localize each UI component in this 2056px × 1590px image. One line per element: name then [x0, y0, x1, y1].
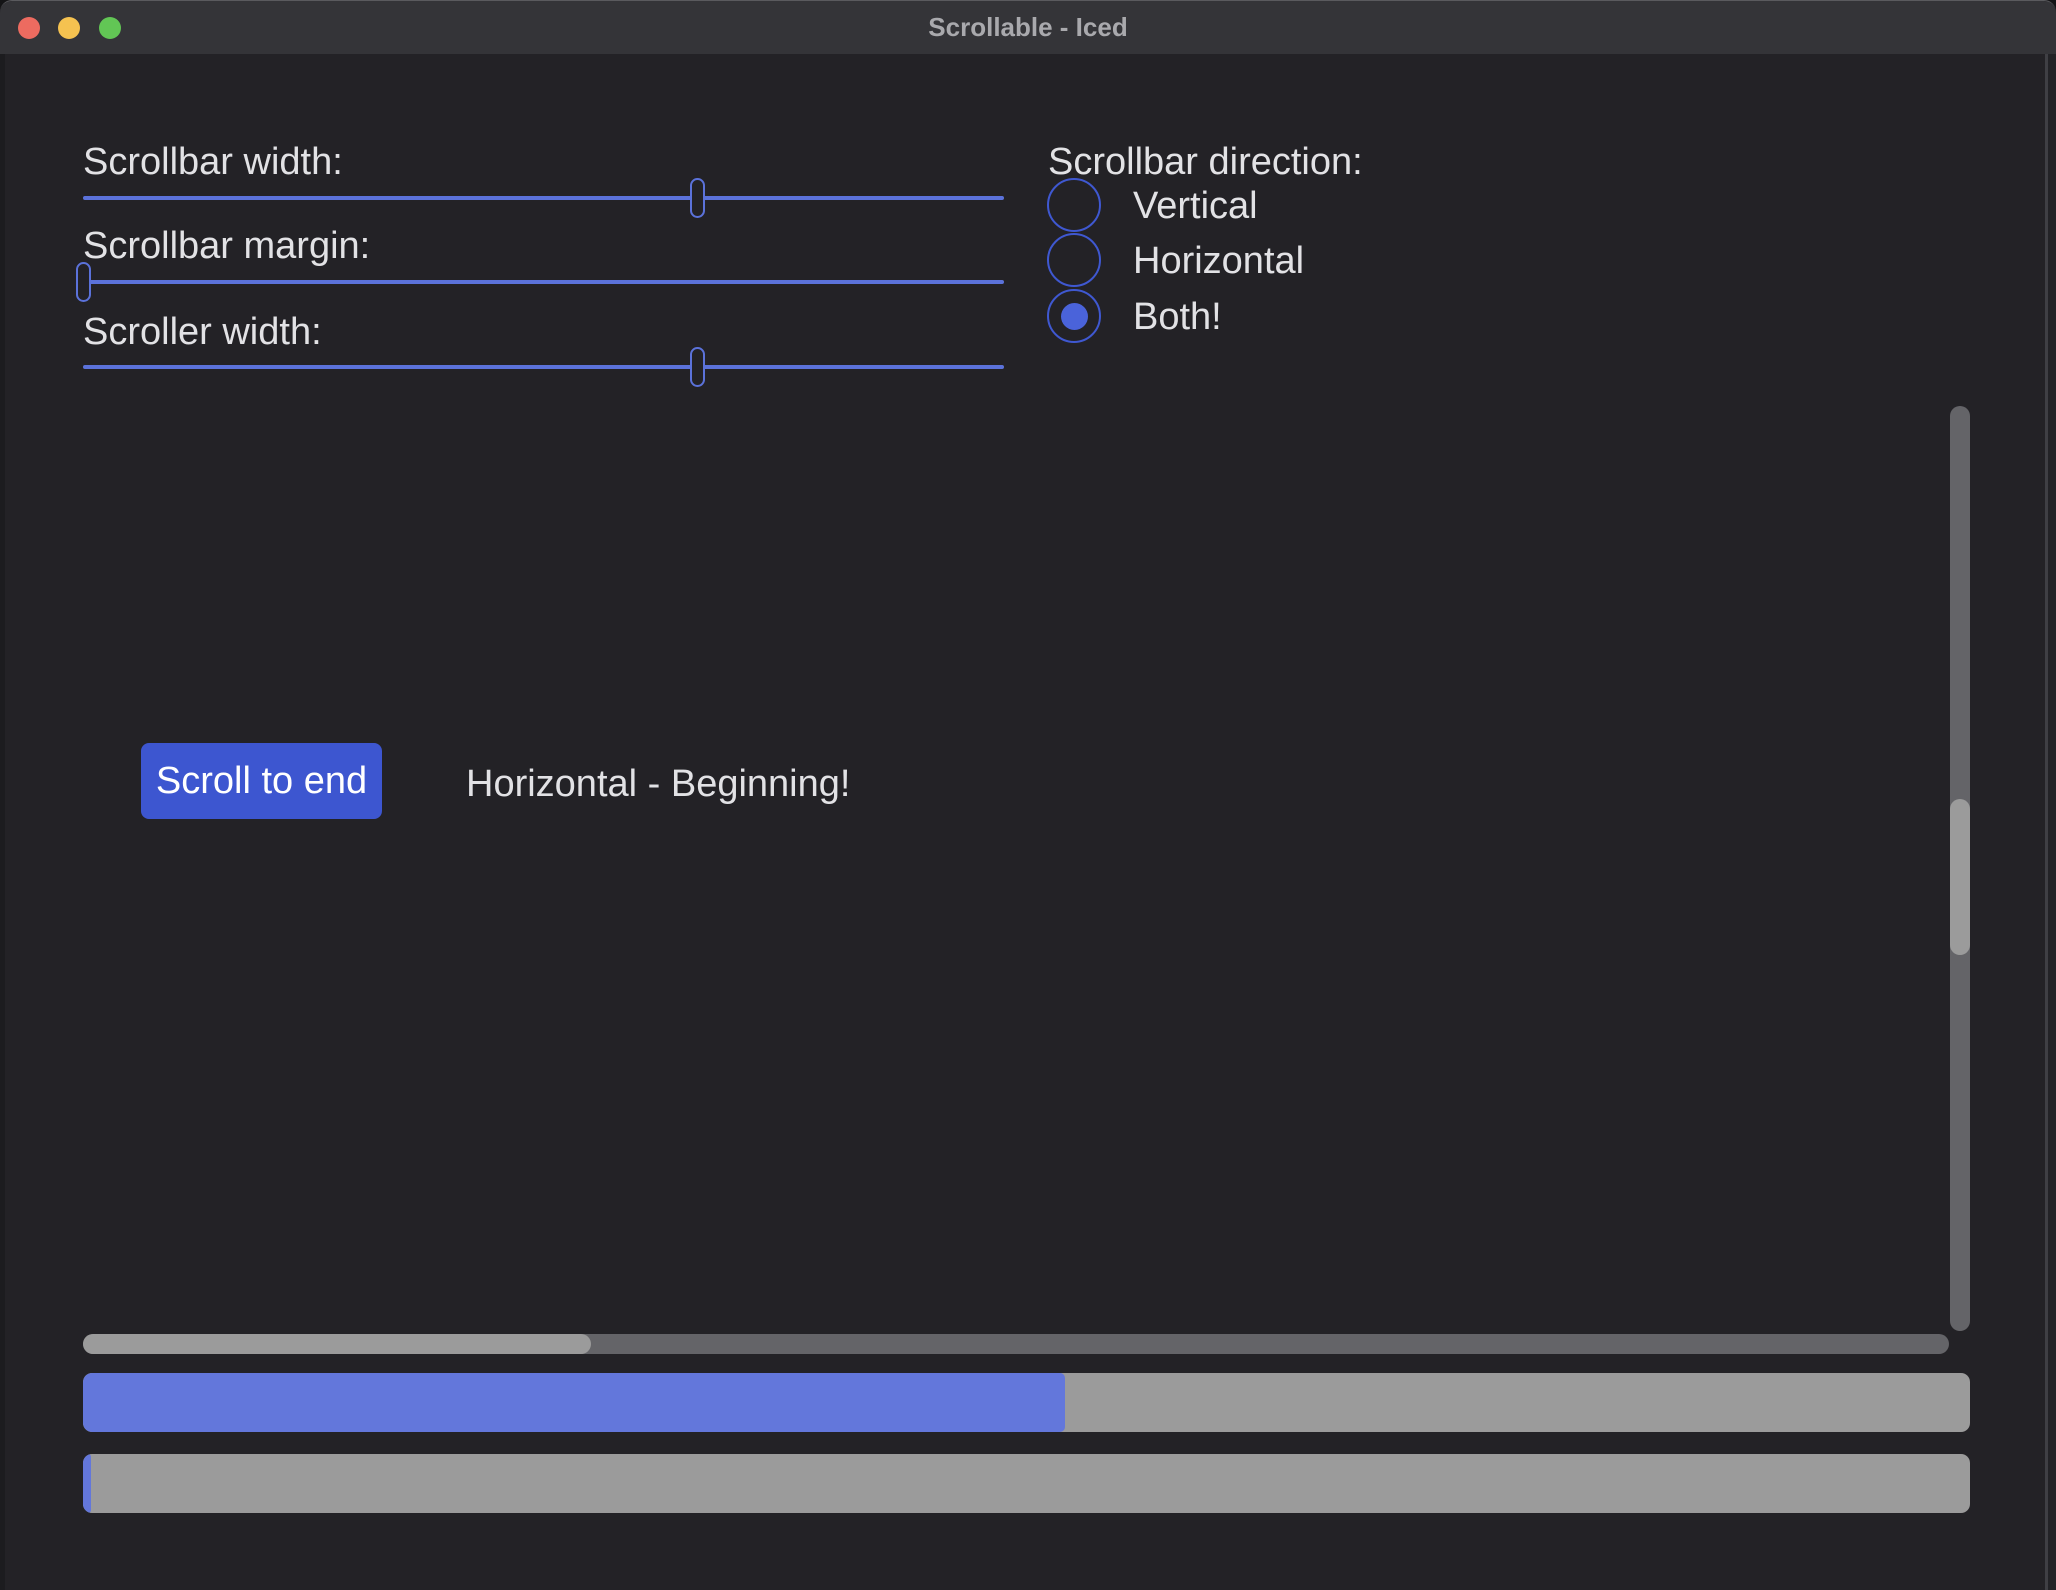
radio-both[interactable]: [1047, 289, 1101, 343]
slider-handle[interactable]: [76, 262, 91, 302]
slider-rail[interactable]: [83, 280, 1004, 284]
vertical-scrollbar-thumb[interactable]: [1950, 799, 1970, 954]
scrollbar-width-slider[interactable]: [83, 196, 1004, 200]
radio-vertical-label[interactable]: Vertical: [1133, 184, 1258, 228]
window-right-edge: [2048, 54, 2056, 1590]
vertical-scroll-progress-bar: [83, 1373, 1970, 1432]
scrollbar-margin-label: Scrollbar margin:: [83, 224, 370, 268]
vertical-scrollbar-track[interactable]: [1950, 406, 1970, 1331]
scroller-width-slider[interactable]: [83, 365, 1004, 369]
progress-fill: [83, 1454, 91, 1513]
scroll-status-text: Horizontal - Beginning!: [466, 762, 850, 806]
app-window: Scrollable - Iced Scrollbar width: Scrol…: [0, 0, 2056, 1590]
slider-handle[interactable]: [690, 347, 705, 387]
horizontal-scroll-progress-bar: [83, 1454, 1970, 1513]
scroll-to-end-button[interactable]: Scroll to end: [141, 743, 382, 819]
scrollbar-width-label: Scrollbar width:: [83, 140, 343, 184]
radio-horizontal-label[interactable]: Horizontal: [1133, 239, 1304, 283]
radio-both-label[interactable]: Both!: [1133, 295, 1222, 339]
titlebar: Scrollable - Iced: [0, 1, 2056, 54]
radio-vertical[interactable]: [1047, 178, 1101, 232]
radio-horizontal[interactable]: [1047, 233, 1101, 287]
window-left-edge: [0, 54, 5, 1590]
radio-dot: [1061, 303, 1088, 330]
horizontal-scrollbar-thumb[interactable]: [83, 1334, 591, 1354]
window-title: Scrollable - Iced: [0, 1, 2056, 54]
progress-fill: [83, 1373, 1065, 1432]
horizontal-scrollbar-track[interactable]: [83, 1334, 1949, 1354]
slider-handle[interactable]: [690, 178, 705, 218]
scrollbar-margin-slider[interactable]: [83, 280, 1004, 284]
slider-rail[interactable]: [83, 365, 1004, 369]
slider-rail[interactable]: [83, 196, 1004, 200]
scrollbar-direction-label: Scrollbar direction:: [1048, 140, 1363, 184]
scroller-width-label: Scroller width:: [83, 310, 322, 354]
